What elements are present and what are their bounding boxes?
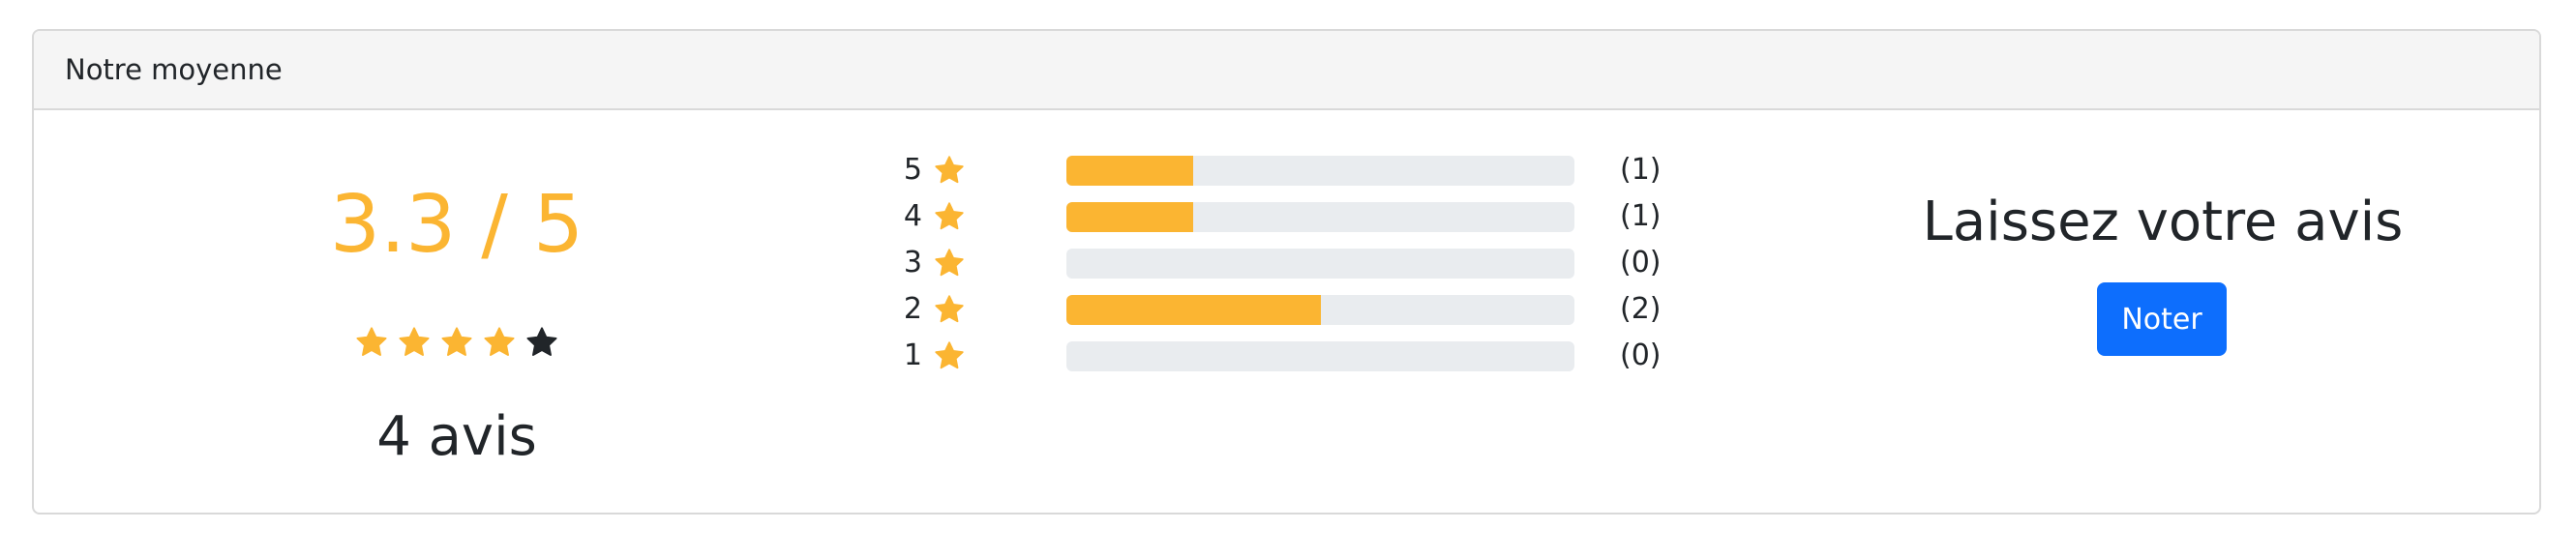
card-header: Notre moyenne xyxy=(34,31,2539,110)
card-title: Notre moyenne xyxy=(65,53,283,86)
star-empty-icon xyxy=(524,325,559,360)
star-icon xyxy=(933,154,966,187)
distribution-star-value: 2 xyxy=(903,292,922,326)
distribution-star-value: 1 xyxy=(903,338,922,372)
distribution-bar xyxy=(1066,295,1574,325)
card-body: 3.3 / 5 4 avis 5 (1) 4 (1) 3 (0) 2 (2) 1 (0) Lais… xyxy=(34,110,2539,513)
distribution-star-value: 3 xyxy=(903,246,922,280)
distribution-bar-fill xyxy=(1066,156,1194,186)
distribution-bar-fill xyxy=(1066,295,1321,325)
distribution-bar xyxy=(1066,341,1574,371)
distribution-bar-fill xyxy=(1066,202,1194,232)
distribution-count: (2) xyxy=(1620,292,1662,326)
average-stars xyxy=(34,325,880,360)
star-filled-icon xyxy=(439,325,474,360)
rate-button[interactable]: Noter xyxy=(2097,282,2227,356)
star-icon xyxy=(933,247,966,280)
distribution-count: (1) xyxy=(1620,199,1662,233)
star-filled-icon xyxy=(482,325,517,360)
distribution-row: 2 (2) xyxy=(895,286,1727,333)
review-count: 4 avis xyxy=(376,405,537,468)
distribution-row: 5 (1) xyxy=(895,147,1727,193)
star-icon xyxy=(933,339,966,372)
review-cta-section: Laissez votre avis Noter xyxy=(1718,110,2539,513)
rating-card: Notre moyenne 3.3 / 5 4 avis 5 (1) 4 (1) 3 (0… xyxy=(32,29,2541,515)
distribution-bar xyxy=(1066,249,1574,279)
distribution-star-value: 4 xyxy=(903,199,922,233)
distribution-row: 1 (0) xyxy=(895,333,1727,379)
star-icon xyxy=(933,200,966,233)
average-section: 3.3 / 5 4 avis xyxy=(34,110,880,513)
cta-title: Laissez votre avis xyxy=(1922,191,2404,253)
distribution-bar xyxy=(1066,156,1574,186)
distribution-count: (1) xyxy=(1620,153,1662,187)
rating-distribution: 5 (1) 4 (1) 3 (0) 2 (2) 1 (0) xyxy=(895,147,1727,379)
distribution-star-value: 5 xyxy=(903,153,922,187)
distribution-bar xyxy=(1066,202,1574,232)
distribution-row: 3 (0) xyxy=(895,240,1727,286)
distribution-row: 4 (1) xyxy=(895,193,1727,240)
star-icon xyxy=(933,293,966,326)
average-score: 3.3 / 5 xyxy=(329,179,584,271)
star-filled-icon xyxy=(397,325,432,360)
distribution-count: (0) xyxy=(1620,246,1662,280)
distribution-count: (0) xyxy=(1620,338,1662,372)
star-filled-icon xyxy=(354,325,389,360)
